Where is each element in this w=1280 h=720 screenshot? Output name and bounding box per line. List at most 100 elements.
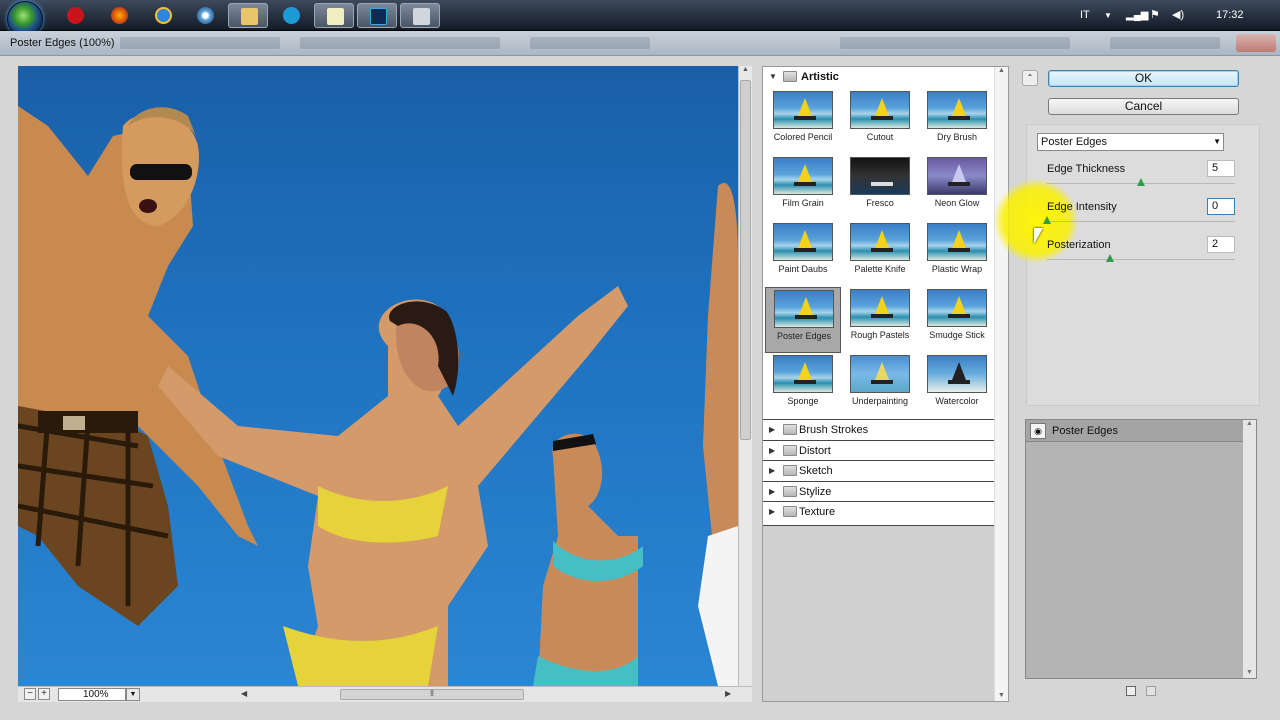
collapse-gallery-icon[interactable]: ⌃ xyxy=(1022,70,1038,86)
effect-layer-row[interactable]: ◉ Poster Edges xyxy=(1026,420,1244,442)
gallery-empty-area xyxy=(763,525,995,701)
filter-thumb[interactable]: Underpainting xyxy=(842,353,918,419)
effect-layers-panel: ◉ Poster Edges ▲ ▼ xyxy=(1025,419,1257,679)
tray-expand-icon[interactable]: ▼ xyxy=(1104,0,1112,31)
skype-icon[interactable] xyxy=(271,3,311,28)
preview-horizontal-scroll-thumb[interactable]: ⦀ xyxy=(340,689,524,700)
scroll-left-icon[interactable]: ◀ xyxy=(241,689,247,698)
scroll-up-icon[interactable]: ▲ xyxy=(739,66,752,73)
filter-thumb[interactable]: Plastic Wrap xyxy=(919,221,995,287)
chevron-down-icon: ▼ xyxy=(1213,137,1221,146)
category-brush-strokes[interactable]: ▶ Brush Strokes xyxy=(763,419,995,440)
param-value-field[interactable]: 0 xyxy=(1207,198,1235,215)
slider-knob[interactable] xyxy=(1137,178,1145,186)
filter-select[interactable]: Poster Edges ▼ xyxy=(1037,133,1224,151)
folder-icon xyxy=(783,465,797,477)
filter-gallery: ▼ Artistic Colored Pencil Cutout Dry Bru… xyxy=(762,66,1009,702)
filter-thumb[interactable]: Film Grain xyxy=(765,155,841,221)
filter-thumb[interactable]: Paint Daubs xyxy=(765,221,841,287)
param-label: Edge Intensity xyxy=(1047,201,1117,213)
filter-thumb[interactable]: Neon Glow xyxy=(919,155,995,221)
delete-effect-layer-icon[interactable] xyxy=(1146,686,1156,696)
param-posterization: Posterization 2 xyxy=(1047,236,1237,275)
gallery-scrollbar[interactable]: ▲ ▼ xyxy=(994,67,1008,701)
collapsed-triangle-icon: ▶ xyxy=(769,425,776,434)
tools-icon[interactable] xyxy=(400,3,440,28)
collapsed-triangle-icon: ▶ xyxy=(769,466,776,476)
filter-gallery-dialog: ▲ − + 100% ▼ ◀ ⦀ ▶ ▼ Artistic Colored Pe… xyxy=(0,56,1280,720)
clock[interactable]: 17:32 xyxy=(1216,0,1244,31)
zoom-out-button[interactable]: − xyxy=(24,688,36,700)
circle-app-icon[interactable] xyxy=(185,3,225,28)
category-texture[interactable]: ▶ Texture xyxy=(763,501,995,522)
scroll-down-icon[interactable]: ▼ xyxy=(1243,669,1256,676)
language-indicator[interactable]: IT xyxy=(1080,0,1090,31)
category-sketch[interactable]: ▶ Sketch xyxy=(763,460,995,481)
category-artistic[interactable]: ▼ Artistic xyxy=(763,67,995,87)
filter-thumbnails: Colored Pencil Cutout Dry Brush Film Gra… xyxy=(763,89,995,419)
background-menu-ghost xyxy=(300,37,500,49)
slider-knob[interactable] xyxy=(1105,254,1114,262)
scroll-right-icon[interactable]: ▶ xyxy=(725,689,731,698)
folder-icon xyxy=(783,485,797,497)
filter-thumb[interactable]: Sponge xyxy=(765,353,841,419)
category-distort[interactable]: ▶ Distort xyxy=(763,439,995,461)
network-icon[interactable]: ▂▄▆ xyxy=(1126,0,1148,31)
category-label: Artistic xyxy=(801,71,839,83)
explorer-folder-icon[interactable] xyxy=(228,3,268,28)
param-value-field[interactable]: 2 xyxy=(1207,236,1235,253)
zoom-in-button[interactable]: + xyxy=(38,688,50,700)
param-value-field[interactable]: 5 xyxy=(1207,160,1235,177)
filter-thumb[interactable]: Fresco xyxy=(842,155,918,221)
layers-scrollbar[interactable]: ▲ ▼ xyxy=(1243,420,1256,678)
folder-icon xyxy=(783,424,797,435)
scroll-up-icon[interactable]: ▲ xyxy=(1243,420,1256,427)
collapsed-triangle-icon: ▶ xyxy=(769,507,776,517)
photoshop-icon[interactable] xyxy=(357,3,397,28)
effect-layer-label: Poster Edges xyxy=(1052,425,1119,437)
param-label: Edge Thickness xyxy=(1047,163,1126,175)
expanded-triangle-icon: ▼ xyxy=(769,72,777,81)
zoom-dropdown-icon[interactable]: ▼ xyxy=(126,688,140,701)
opera-icon[interactable] xyxy=(55,3,95,28)
slider-track[interactable] xyxy=(1047,221,1235,222)
slider-track[interactable] xyxy=(1047,259,1235,260)
ok-button[interactable]: OK xyxy=(1048,70,1239,87)
background-search-ghost xyxy=(1110,37,1220,49)
preview-image xyxy=(18,106,738,686)
new-effect-layer-icon[interactable] xyxy=(1126,686,1136,696)
preview-canvas[interactable] xyxy=(18,66,738,686)
preview-vertical-scrollbar[interactable]: ▲ xyxy=(738,66,752,686)
firefox-icon[interactable] xyxy=(99,3,139,28)
preview-vertical-scroll-thumb[interactable] xyxy=(740,80,751,440)
filter-thumb[interactable]: Dry Brush xyxy=(919,89,995,155)
cancel-button[interactable]: Cancel xyxy=(1048,98,1239,115)
filter-thumb[interactable]: Watercolor xyxy=(919,353,995,419)
volume-icon[interactable]: ◀) xyxy=(1172,0,1184,31)
eye-visibility-icon[interactable]: ◉ xyxy=(1030,423,1046,439)
param-edge-thickness: Edge Thickness 5 xyxy=(1047,160,1237,199)
window-title: Poster Edges (100%) xyxy=(10,37,115,49)
filter-thumb[interactable]: Cutout xyxy=(842,89,918,155)
filter-thumb[interactable]: Colored Pencil xyxy=(765,89,841,155)
filter-thumb-selected[interactable]: Poster Edges xyxy=(765,287,841,353)
filter-thumb[interactable]: Rough Pastels xyxy=(842,287,918,353)
folder-icon xyxy=(783,71,797,82)
background-menu-ghost xyxy=(120,37,280,49)
internet-explorer-icon[interactable] xyxy=(143,3,183,28)
category-stylize[interactable]: ▶ Stylize xyxy=(763,480,995,502)
action-center-icon[interactable]: ⚑ xyxy=(1150,0,1160,31)
taskbar: IT ▼ ▂▄▆ ⚑ ◀) 17:32 xyxy=(0,0,1280,37)
folder-icon xyxy=(783,444,797,456)
zoom-field[interactable]: 100% xyxy=(58,688,126,701)
scroll-down-icon[interactable]: ▼ xyxy=(995,692,1008,699)
slider-knob[interactable] xyxy=(1043,216,1051,224)
collapsed-triangle-icon: ▶ xyxy=(769,486,776,496)
notepad-icon[interactable] xyxy=(314,3,354,28)
close-button[interactable] xyxy=(1236,34,1276,52)
filter-thumb[interactable]: Smudge Stick xyxy=(919,287,995,353)
param-label: Posterization xyxy=(1047,239,1111,251)
scroll-up-icon[interactable]: ▲ xyxy=(995,67,1008,74)
filter-select-value: Poster Edges xyxy=(1041,136,1108,148)
filter-thumb[interactable]: Palette Knife xyxy=(842,221,918,287)
